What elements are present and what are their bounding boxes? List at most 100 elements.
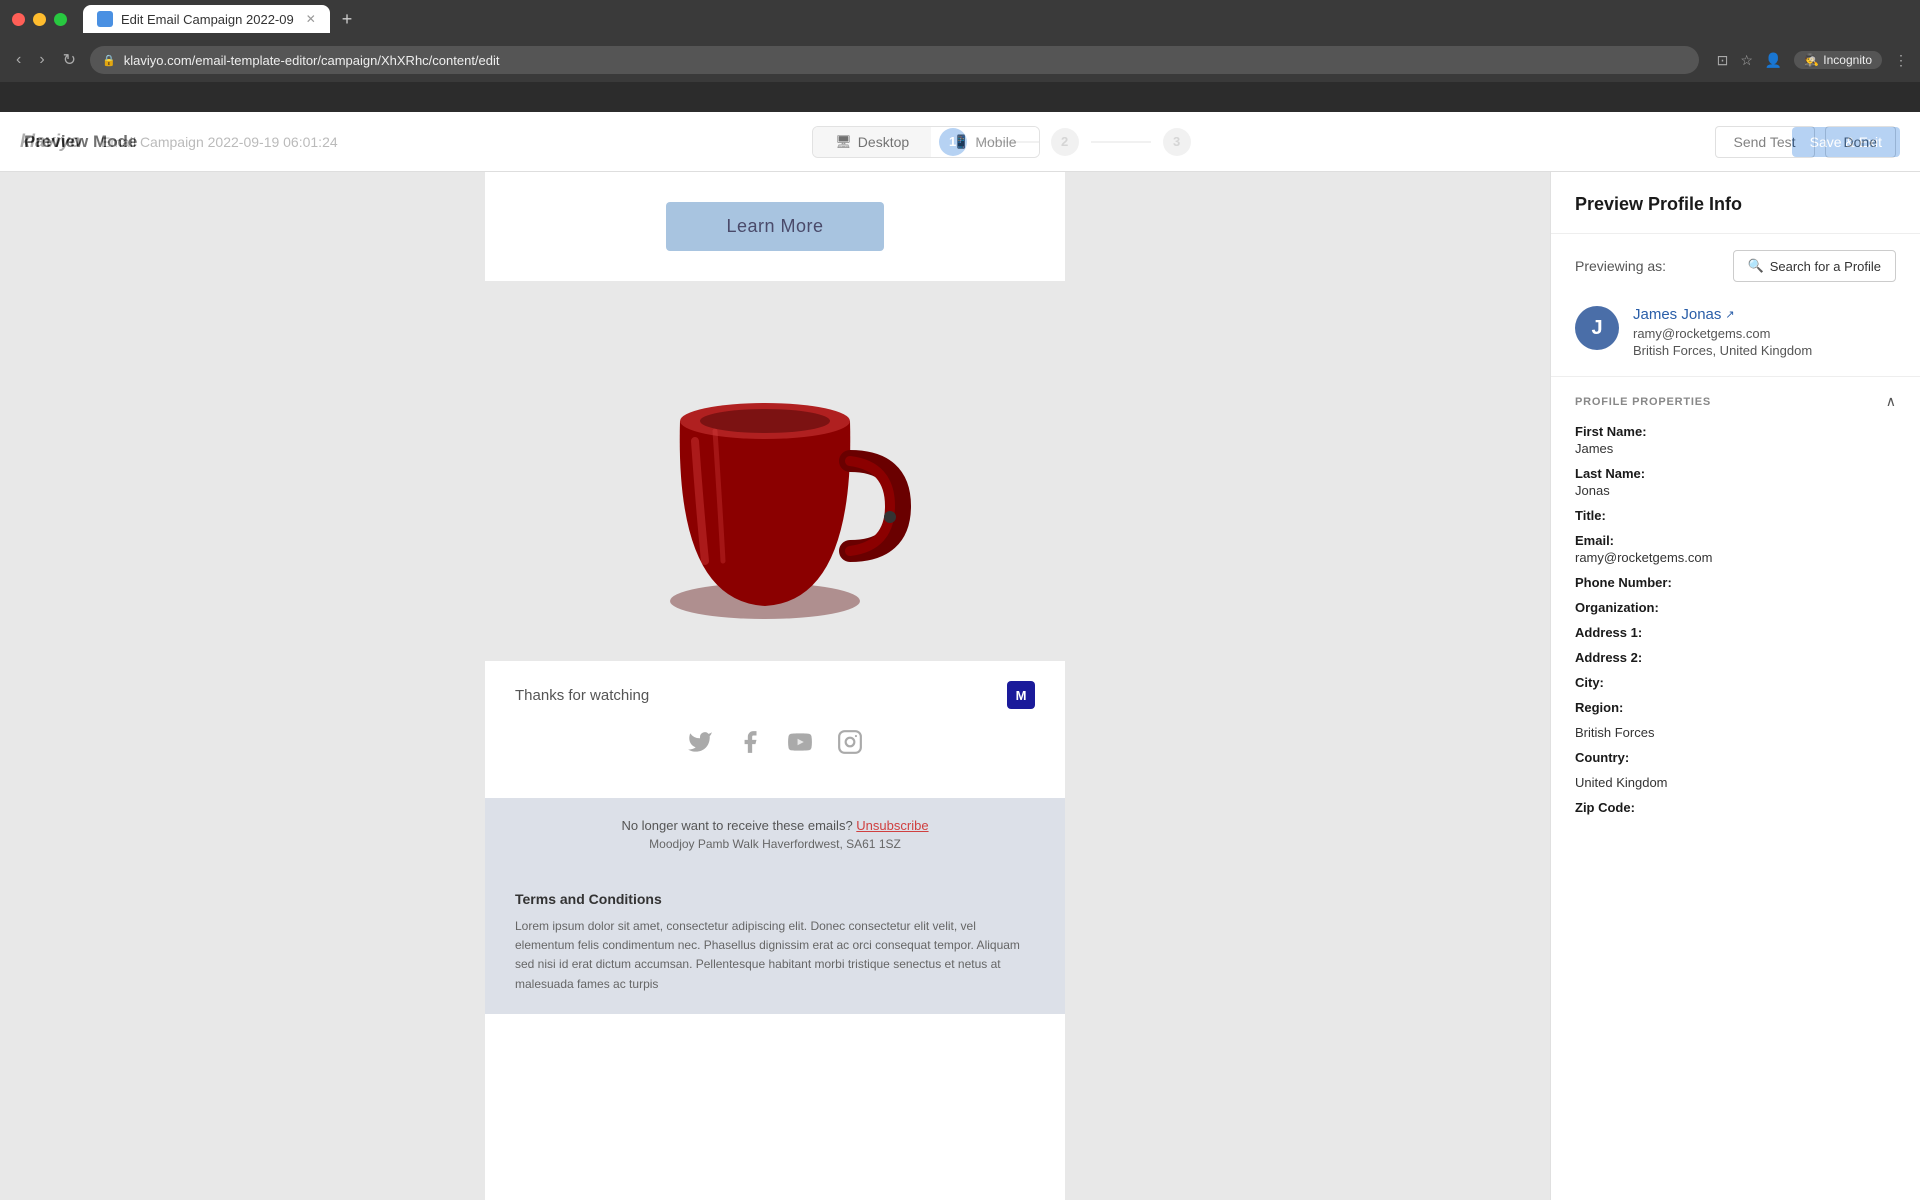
- united-kingdom-value: United Kingdom: [1575, 775, 1896, 790]
- chevron-up-icon[interactable]: ∧: [1886, 393, 1896, 410]
- property-zip: Zip Code:: [1575, 800, 1896, 815]
- forward-button[interactable]: ›: [35, 47, 48, 73]
- close-dot[interactable]: [12, 13, 25, 26]
- klaviyo-logo: klaviyo: [20, 131, 81, 152]
- browser-actions: ⊡ ☆ 👤 🕵 Incognito ⋮: [1717, 51, 1908, 69]
- property-organization: Organization:: [1575, 600, 1896, 615]
- step-line-1: [979, 141, 1039, 143]
- property-phone: Phone Number:: [1575, 575, 1896, 590]
- step-3: 3: [1163, 128, 1191, 156]
- property-email: Email: ramy@rocketgems.com: [1575, 533, 1896, 565]
- address-bar[interactable]: 🔒 klaviyo.com/email-template-editor/camp…: [90, 46, 1699, 74]
- properties-title: PROFILE PROPERTIES: [1575, 396, 1711, 408]
- zip-label: Zip Code:: [1575, 800, 1896, 815]
- tab-close-button[interactable]: ✕: [306, 12, 316, 26]
- profile-name[interactable]: James Jonas ↗: [1633, 306, 1896, 323]
- profile-icon[interactable]: 👤: [1765, 52, 1782, 69]
- preview-body: Learn More: [0, 172, 1920, 1200]
- terms-section: Terms and Conditions Lorem ipsum dolor s…: [485, 871, 1065, 1014]
- profile-info: James Jonas ↗ ramy@rocketgems.com Britis…: [1633, 306, 1896, 358]
- unsubscribe-section: No longer want to receive these emails? …: [485, 798, 1065, 871]
- footer-logo: M: [1007, 681, 1035, 709]
- first-name-value: James: [1575, 441, 1896, 456]
- title-label: Title:: [1575, 508, 1896, 523]
- last-name-label: Last Name:: [1575, 466, 1896, 481]
- mug-image: [615, 301, 935, 641]
- property-country: Country:: [1575, 750, 1896, 765]
- unsubscribe-link[interactable]: Unsubscribe: [856, 818, 928, 833]
- search-profile-label: Search for a Profile: [1770, 259, 1881, 274]
- header-actions: Save & Exit: [1792, 127, 1900, 157]
- search-icon: 🔍: [1748, 258, 1764, 274]
- preview-container: Preview Mode 🖥 Desktop 📱 Mobile Send Tes…: [0, 112, 1920, 1200]
- property-address2: Address 2:: [1575, 650, 1896, 665]
- campaign-title: Email Campaign 2022-09-19 06:01:24: [101, 134, 338, 150]
- email-label: Email:: [1575, 533, 1896, 548]
- profile-card: J James Jonas ↗ ramy@rocketgems.com Brit…: [1551, 294, 1920, 377]
- property-region: Region:: [1575, 700, 1896, 715]
- youtube-icon[interactable]: [787, 729, 813, 762]
- address1-label: Address 1:: [1575, 625, 1896, 640]
- footer-section: Thanks for watching M: [485, 661, 1065, 798]
- step-1: 1: [939, 128, 967, 156]
- step-line-2: [1091, 141, 1151, 143]
- property-title: Title:: [1575, 508, 1896, 523]
- star-icon[interactable]: ☆: [1740, 52, 1753, 69]
- url-text: klaviyo.com/email-template-editor/campai…: [124, 53, 500, 68]
- save-exit-button[interactable]: Save & Exit: [1792, 127, 1900, 157]
- previewing-as-row: Previewing as: 🔍 Search for a Profile: [1551, 234, 1920, 294]
- previewing-label: Previewing as:: [1575, 258, 1666, 274]
- tab-favicon: [97, 11, 113, 27]
- property-address1: Address 1:: [1575, 625, 1896, 640]
- mug-image-section: [485, 281, 1065, 661]
- profile-email: ramy@rocketgems.com: [1633, 326, 1896, 341]
- region-label: Region:: [1575, 700, 1896, 715]
- email-value: ramy@rocketgems.com: [1575, 550, 1896, 565]
- maximize-dot[interactable]: [54, 13, 67, 26]
- back-button[interactable]: ‹: [12, 47, 25, 73]
- country-label: Country:: [1575, 750, 1896, 765]
- avatar: J: [1575, 306, 1619, 350]
- browser-tab[interactable]: Edit Email Campaign 2022-09 ✕: [83, 5, 330, 33]
- city-label: City:: [1575, 675, 1896, 690]
- header-steps: 1 2 3: [939, 128, 1191, 156]
- profile-location: British Forces, United Kingdom: [1633, 343, 1896, 358]
- panel-header: Preview Profile Info: [1551, 172, 1920, 234]
- property-first-name: First Name: James: [1575, 424, 1896, 456]
- first-name-label: First Name:: [1575, 424, 1896, 439]
- browser-titlebar: Edit Email Campaign 2022-09 ✕ +: [0, 0, 1920, 38]
- email-top-section: Learn More: [485, 172, 1065, 281]
- external-link-icon: ↗: [1725, 308, 1734, 321]
- new-tab-button[interactable]: +: [342, 9, 353, 30]
- property-british-forces: British Forces: [1575, 725, 1896, 740]
- profile-name-text: James Jonas: [1633, 306, 1721, 323]
- unsubscribe-text: No longer want to receive these emails?: [621, 818, 852, 833]
- terms-title: Terms and Conditions: [515, 891, 1035, 907]
- step-2: 2: [1051, 128, 1079, 156]
- property-city: City:: [1575, 675, 1896, 690]
- facebook-icon[interactable]: [737, 729, 763, 762]
- email-content: Learn More: [485, 172, 1065, 1200]
- search-profile-button[interactable]: 🔍 Search for a Profile: [1733, 250, 1896, 282]
- instagram-icon[interactable]: [837, 729, 863, 762]
- organization-label: Organization:: [1575, 600, 1896, 615]
- reload-button[interactable]: ↻: [59, 46, 80, 74]
- footer-top: Thanks for watching M: [515, 681, 1035, 709]
- cast-icon[interactable]: ⊡: [1717, 52, 1729, 69]
- menu-icon[interactable]: ⋮: [1894, 52, 1908, 69]
- british-forces-value: British Forces: [1575, 725, 1896, 740]
- twitter-icon[interactable]: [687, 729, 713, 762]
- tab-title: Edit Email Campaign 2022-09: [121, 12, 294, 27]
- phone-label: Phone Number:: [1575, 575, 1896, 590]
- email-preview-area[interactable]: Learn More: [0, 172, 1550, 1200]
- properties-header: PROFILE PROPERTIES ∧: [1575, 377, 1896, 424]
- browser-toolbar: ‹ › ↻ 🔒 klaviyo.com/email-template-edito…: [0, 38, 1920, 82]
- terms-text: Lorem ipsum dolor sit amet, consectetur …: [515, 917, 1035, 994]
- learn-more-button[interactable]: Learn More: [666, 202, 883, 251]
- last-name-value: Jonas: [1575, 483, 1896, 498]
- minimize-dot[interactable]: [33, 13, 46, 26]
- incognito-badge: 🕵 Incognito: [1794, 51, 1882, 69]
- incognito-label: Incognito: [1823, 53, 1872, 67]
- footer-thanks-text: Thanks for watching: [515, 687, 649, 704]
- profile-properties: PROFILE PROPERTIES ∧ First Name: James L…: [1551, 377, 1920, 825]
